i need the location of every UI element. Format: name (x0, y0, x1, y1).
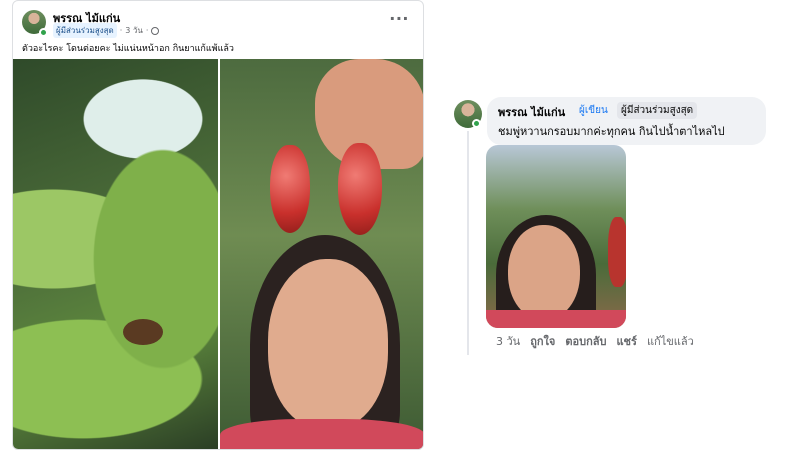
comment-author-name[interactable]: พรรณ ไม้แก่น (498, 103, 565, 121)
globe-icon (151, 26, 160, 35)
face (508, 225, 580, 320)
post-meta: ผู้มีส่วนร่วมสูงสุด · 3 วัน · (53, 23, 160, 38)
comment-timestamp[interactable]: 3 วัน (496, 332, 520, 350)
meta-separator: · (119, 26, 123, 35)
meta-separator: · (145, 26, 149, 35)
share-button[interactable]: แชร์ (616, 332, 636, 350)
post-photo-leaves[interactable] (13, 59, 218, 449)
post-card: พรรณ ไม้แก่น ผู้มีส่วนร่วมสูงสุด · 3 วัน… (12, 0, 424, 450)
online-status-icon (472, 119, 481, 128)
comment-text: ชมพู่หวานกรอบมากค่ะทุกคน กินไปน้ำตาไหลไป (498, 125, 725, 138)
post-header: พรรณ ไม้แก่น ผู้มีส่วนร่วมสูงสุด · 3 วัน… (13, 1, 423, 41)
post-caption: ตัวอะไรคะ โดนต่อยคะ ไม่แน่นหน้าอก กินยาแ… (22, 44, 234, 54)
shirt (220, 419, 423, 449)
edited-label: แก้ไขแล้ว (646, 335, 694, 348)
author-role-label: ผู้เขียน (579, 105, 608, 116)
reply-button[interactable]: ตอบกลับ (565, 332, 606, 350)
thread-line (467, 131, 469, 355)
post-photo-selfie[interactable] (220, 59, 423, 449)
rose-apple (270, 145, 310, 233)
online-status-icon (39, 28, 48, 37)
comment-bubble: พรรณ ไม้แก่น ผู้เขียน ผู้มีส่วนร่วมสูงสุ… (487, 97, 766, 145)
comment-actions: 3 วัน ถูกใจ ตอบกลับ แชร์ แก้ไขแล้ว (496, 332, 694, 350)
shirt (486, 310, 626, 328)
rose-apple (338, 143, 382, 235)
rose-apple (608, 217, 626, 287)
top-contributor-badge: ผู้มีส่วนร่วมสูงสุด (617, 102, 698, 119)
leaf-nest (123, 319, 163, 345)
post-timestamp[interactable]: 3 วัน (125, 24, 143, 37)
face (268, 259, 388, 429)
like-button[interactable]: ถูกใจ (530, 332, 555, 350)
top-contributor-badge: ผู้มีส่วนร่วมสูงสุด (53, 23, 117, 38)
comment-photo[interactable] (486, 145, 626, 328)
more-options-icon[interactable]: ··· (389, 9, 409, 28)
